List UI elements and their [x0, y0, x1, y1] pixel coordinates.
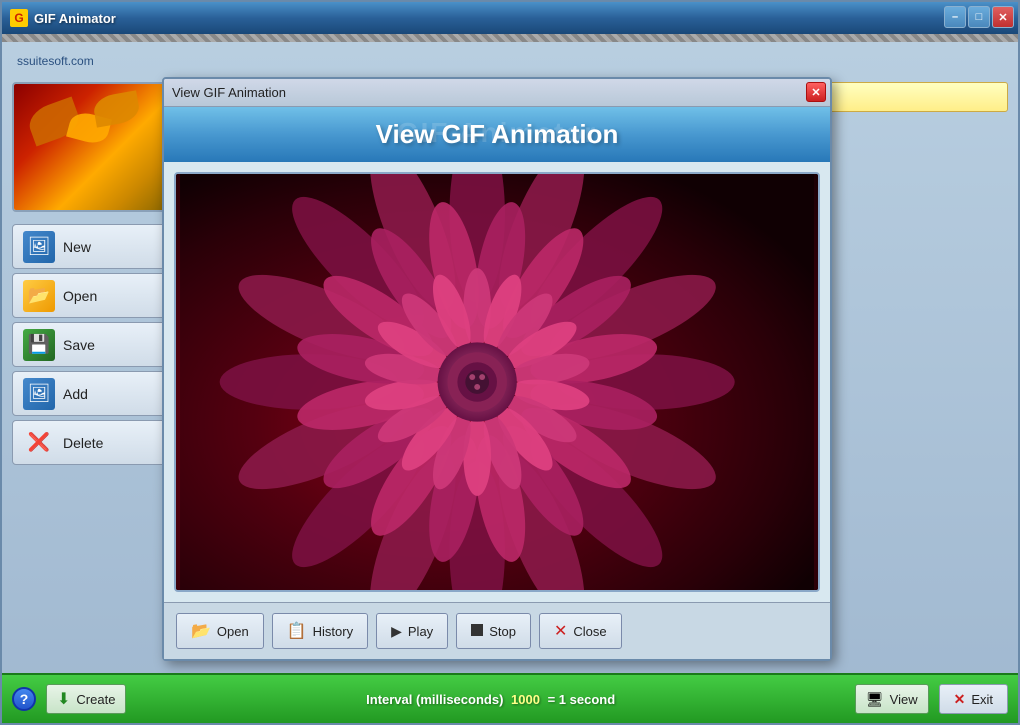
website-label: ssuitesoft.com — [17, 54, 94, 68]
app-title: GIF Animator — [34, 11, 116, 26]
add-icon: 🖼 — [23, 378, 55, 410]
image-preview — [12, 82, 172, 212]
exit-icon: ✕ — [954, 691, 966, 708]
dialog-image-area — [174, 172, 820, 592]
dialog-buttons-bar: 📂 Open 📋 History ▶ Play Stop ✕ Clos — [164, 602, 830, 659]
open-button[interactable]: 📂 Open — [12, 273, 172, 318]
new-button[interactable]: 🖼 New — [12, 224, 172, 269]
interval-display: Interval (milliseconds) 1000 = 1 second — [136, 692, 844, 707]
interval-value: 1000 — [511, 692, 540, 707]
exit-button[interactable]: ✕ Exit — [939, 684, 1008, 714]
save-icon: 💾 — [23, 329, 55, 361]
create-button[interactable]: ⬇ Create — [46, 684, 126, 714]
dialog-history-button[interactable]: 📋 History — [272, 613, 368, 649]
dialog-stop-label: Stop — [489, 624, 516, 639]
view-label: View — [890, 692, 918, 707]
window-controls: – □ ✕ — [944, 6, 1014, 28]
view-icon: 🖥 — [866, 691, 884, 708]
dahlia-image — [176, 174, 818, 590]
interval-label: Interval (milliseconds) — [366, 692, 503, 707]
app-window: G GIF Animator – □ ✕ ssuitesoft.com — [0, 0, 1020, 725]
dialog-close-action-icon: ✕ — [554, 621, 567, 641]
dialog-stop-button[interactable]: Stop — [456, 613, 531, 649]
preview-image — [14, 84, 170, 210]
new-icon: 🖼 — [23, 231, 55, 263]
add-label: Add — [63, 386, 88, 402]
dialog-play-button[interactable]: ▶ Play — [376, 613, 448, 649]
new-label: New — [63, 239, 91, 255]
dialog-open-label: Open — [217, 624, 249, 639]
open-icon: 📂 — [23, 280, 55, 312]
dialog-history-icon: 📋 — [287, 621, 307, 641]
create-down-icon: ⬇ — [57, 689, 70, 709]
dialog-play-icon: ▶ — [391, 623, 402, 640]
dialog-stop-icon — [471, 624, 483, 639]
dialog-open-icon: 📂 — [191, 621, 211, 641]
app-icon: G — [10, 9, 28, 27]
dahlia-svg — [176, 174, 818, 590]
add-button[interactable]: 🖼 Add — [12, 371, 172, 416]
leaf-decoration-3 — [92, 90, 142, 127]
dialog-title-bar: View GIF Animation ✕ — [164, 79, 830, 107]
open-label: Open — [63, 288, 97, 304]
help-button[interactable]: ? — [12, 687, 36, 711]
save-label: Save — [63, 337, 95, 353]
interval-unit: = 1 second — [548, 692, 616, 707]
dialog-close-action-label: Close — [573, 624, 606, 639]
dialog-title: View GIF Animation — [172, 85, 286, 100]
delete-label: Delete — [63, 435, 103, 451]
exit-label: Exit — [971, 692, 993, 707]
dialog-close-button[interactable]: ✕ — [806, 82, 826, 102]
minimize-button[interactable]: – — [944, 6, 966, 28]
create-label: Create — [76, 692, 115, 707]
save-button[interactable]: 💾 Save — [12, 322, 172, 367]
title-bar: G GIF Animator – □ ✕ — [2, 2, 1018, 34]
maximize-button[interactable]: □ — [968, 6, 990, 28]
delete-icon: ❌ — [23, 427, 55, 459]
dialog-play-label: Play — [408, 624, 433, 639]
dialog-history-label: History — [313, 624, 353, 639]
close-button[interactable]: ✕ — [992, 6, 1014, 28]
view-gif-dialog: View GIF Animation ✕ GIF Animator View G… — [162, 77, 832, 661]
dialog-open-button[interactable]: 📂 Open — [176, 613, 264, 649]
top-stripe-decoration — [2, 34, 1018, 42]
dialog-header-title: View GIF Animation — [376, 119, 619, 149]
dialog-close-action-button[interactable]: ✕ Close — [539, 613, 622, 649]
view-button[interactable]: 🖥 View — [855, 684, 929, 714]
dialog-header: GIF Animator View GIF Animation — [164, 107, 830, 162]
delete-button[interactable]: ❌ Delete — [12, 420, 172, 465]
app-content: ssuitesoft.com 🖼 New 📂 Open — [2, 42, 1018, 723]
bottom-bar: ? ⬇ Create Interval (milliseconds) 1000 … — [2, 673, 1018, 723]
